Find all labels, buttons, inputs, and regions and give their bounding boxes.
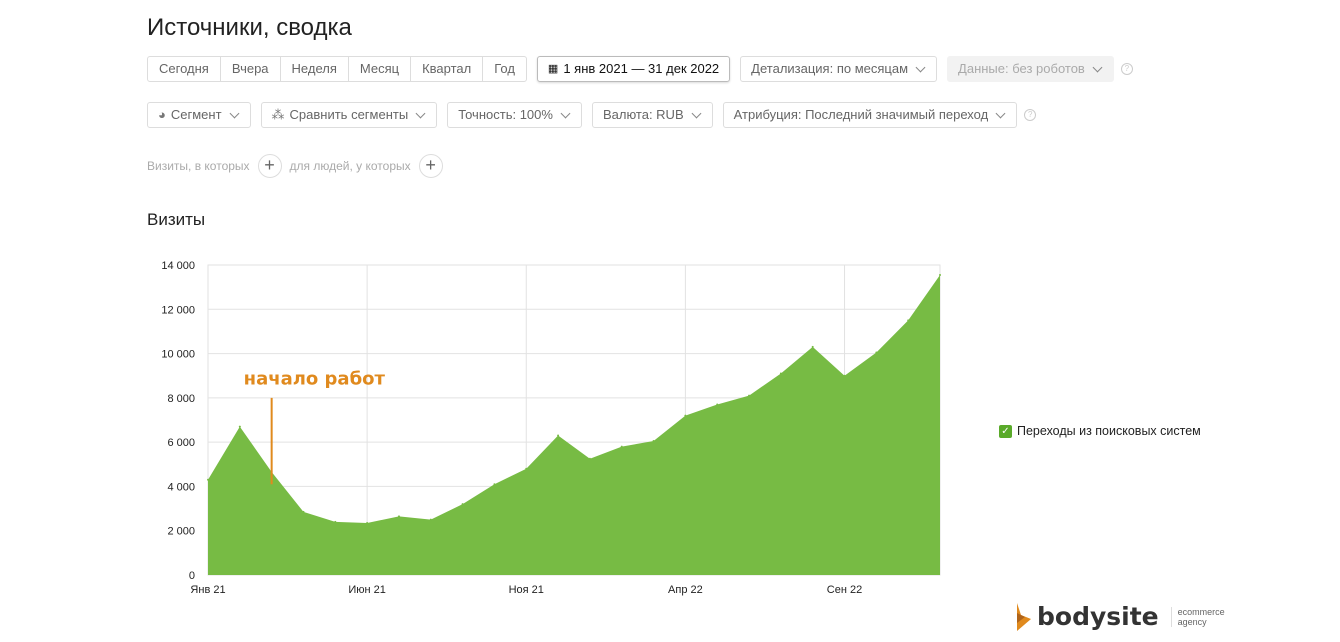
data-point	[588, 457, 591, 460]
logo-name: bodysite	[1037, 602, 1159, 631]
data-point	[652, 440, 655, 443]
logo-mark-icon	[1017, 602, 1031, 631]
chevron-down-icon	[1092, 62, 1103, 72]
legend-label: Переходы из поисковых систем	[1017, 424, 1201, 438]
x-tick-label: Ноя 21	[509, 584, 544, 596]
help-icon[interactable]: ?	[1120, 63, 1133, 75]
visits-chart: 0 2 000 4 000 6 000 8 000 10 000 12 000 14 000 Я…	[161, 260, 941, 596]
data-point	[875, 351, 878, 354]
data-point	[907, 319, 910, 322]
x-tick-label: Сен 22	[827, 584, 862, 596]
data-point	[557, 434, 560, 437]
data-point	[493, 483, 496, 486]
y-tick-label: 10 000	[161, 349, 195, 361]
data-point	[461, 503, 464, 506]
x-tick-label: Июн 21	[348, 584, 386, 596]
y-tick-label: 4 000	[167, 481, 195, 493]
data-point	[716, 403, 719, 406]
data-point	[684, 414, 687, 417]
data-point	[207, 478, 209, 481]
y-tick-label: 2 000	[167, 526, 195, 538]
x-tick-label: Апр 22	[668, 584, 703, 596]
y-tick-label: 6 000	[167, 437, 195, 449]
x-tick-label: Янв 21	[190, 584, 225, 596]
bodysite-logo: bodysite ecommerce agency	[1015, 602, 1225, 631]
data-point	[779, 372, 782, 375]
data-point	[525, 467, 528, 470]
annotation-label: начало работ	[244, 369, 386, 390]
data-point	[748, 394, 751, 397]
data-point	[366, 521, 369, 524]
checkbox-checked-icon[interactable]: ✓	[999, 424, 1012, 438]
data-point	[939, 273, 941, 276]
data-point	[334, 520, 337, 523]
y-tick-label: 8 000	[167, 393, 195, 405]
y-tick-label: 0	[189, 570, 195, 582]
help-icon[interactable]: ?	[1024, 109, 1037, 121]
logo-tagline: ecommerce agency	[1170, 606, 1225, 627]
data-point	[302, 510, 305, 513]
y-tick-label: 12 000	[161, 304, 195, 316]
data-point	[843, 374, 846, 377]
data-point	[429, 518, 432, 521]
data-point	[811, 345, 814, 348]
legend-item[interactable]: ✓ Переходы из поисковых систем	[999, 424, 1201, 438]
data-point	[238, 425, 241, 428]
series-area	[208, 274, 940, 575]
data-point	[397, 515, 400, 518]
data-point	[620, 445, 623, 448]
y-tick-label: 14 000	[161, 260, 195, 272]
